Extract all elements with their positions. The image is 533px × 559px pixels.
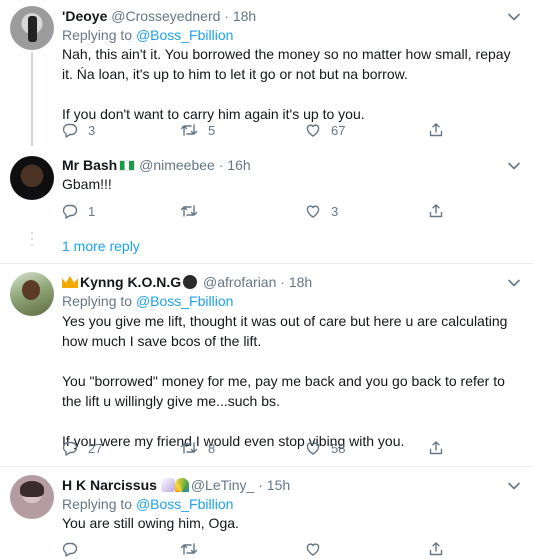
display-name[interactable]: Kynng K.O.N.G (80, 274, 181, 290)
user-handle[interactable]: @Crosseyednerd (111, 8, 220, 24)
tweet-actions: 3 5 67 (62, 121, 462, 139)
like-count: 58 (331, 440, 346, 456)
avatar[interactable] (10, 6, 54, 50)
like-icon (306, 205, 320, 218)
reply-count: 27 (88, 440, 103, 456)
like-button[interactable]: 67 (305, 121, 345, 139)
user-handle[interactable]: @nimeebee (139, 157, 215, 173)
tweet-text: You are still owing him, Oga. (62, 513, 522, 533)
like-button[interactable]: 58 (305, 439, 345, 457)
like-button[interactable]: 3 (305, 202, 338, 220)
replying-to: Replying to @Boss_Fbillion (62, 27, 234, 43)
mention-link[interactable]: @Boss_Fbillion (136, 27, 233, 43)
display-name[interactable]: Mr Bash (62, 157, 117, 173)
retweet-icon (180, 124, 198, 136)
reply-icon (62, 204, 78, 219)
like-icon (306, 543, 320, 556)
timestamp[interactable]: 18h (289, 274, 312, 290)
tweet-paragraph: Nah, this ain't it. You borrowed the mon… (62, 46, 511, 82)
retweet-button[interactable]: 5 (180, 121, 215, 139)
tweet-actions (62, 540, 462, 558)
like-icon (306, 124, 320, 137)
tweet-text: Gbam!!! (62, 174, 522, 194)
display-name[interactable]: 'Deoye (62, 8, 107, 24)
tweet-text: Nah, this ain't it. You borrowed the mon… (62, 44, 522, 124)
like-count: 3 (331, 203, 339, 219)
share-button[interactable] (428, 439, 454, 457)
reply-icon (62, 542, 78, 557)
reply-count: 1 (88, 203, 96, 219)
chevron-down-icon[interactable] (507, 159, 521, 173)
retweet-icon (180, 205, 198, 217)
more-replies-link[interactable]: 1 more reply (62, 237, 140, 255)
unicorn-emoji-icon (160, 478, 175, 492)
like-icon (306, 442, 320, 455)
tweet-actions: 27 8 58 (62, 439, 462, 457)
emoji-badge-icon (183, 275, 198, 289)
avatar[interactable] (10, 475, 54, 519)
like-button[interactable] (305, 540, 331, 558)
share-icon (429, 204, 443, 218)
divider (0, 263, 533, 264)
retweet-count: 5 (208, 122, 216, 138)
nigeria-flag-icon (119, 160, 136, 171)
rainbow-emoji-icon (174, 478, 189, 492)
chevron-down-icon[interactable] (507, 276, 521, 290)
separator-dot: · (224, 8, 229, 24)
retweet-button[interactable]: 8 (180, 439, 215, 457)
tweet-header: Kynng K.O.N.G @afrofarian · 18h (62, 272, 312, 292)
retweet-icon (180, 543, 198, 555)
user-handle[interactable]: @afrofarian (203, 274, 276, 290)
avatar[interactable] (10, 156, 54, 200)
share-button[interactable] (428, 121, 454, 139)
separator-dot: · (280, 274, 285, 290)
replying-to: Replying to @Boss_Fbillion (62, 293, 234, 309)
display-name[interactable]: H K Narcissus (62, 477, 157, 493)
tweet-paragraph: Gbam!!! (62, 176, 112, 192)
separator-dot: · (258, 477, 263, 493)
tweet-actions: 1 3 (62, 202, 462, 220)
chevron-down-icon[interactable] (507, 10, 521, 24)
chevron-down-icon[interactable] (507, 479, 521, 493)
retweet-count: 8 (208, 440, 216, 456)
like-count: 67 (331, 122, 346, 138)
timestamp[interactable]: 18h (233, 8, 256, 24)
tweet-paragraph: Yes you give me lift, thought it was out… (62, 313, 508, 349)
tweet-header: Mr Bash @nimeebee · 16h (62, 155, 251, 175)
retweet-button[interactable] (180, 202, 208, 220)
share-button[interactable] (428, 540, 454, 558)
reply-button[interactable] (62, 540, 88, 558)
share-button[interactable] (428, 202, 454, 220)
timestamp[interactable]: 16h (227, 157, 250, 173)
avatar[interactable] (10, 272, 54, 316)
user-handle[interactable]: @LeTiny_ (191, 477, 255, 493)
retweet-icon (180, 442, 198, 454)
share-icon (429, 542, 443, 556)
share-icon (429, 123, 443, 137)
timestamp[interactable]: 15h (267, 477, 290, 493)
retweet-button[interactable] (180, 540, 208, 558)
tweet-header: H K Narcissus @LeTiny_ · 15h (62, 475, 290, 495)
share-icon (429, 441, 443, 455)
reply-icon (62, 123, 78, 138)
reply-button[interactable]: 3 (62, 121, 95, 139)
tweet-text: Yes you give me lift, thought it was out… (62, 311, 522, 451)
thread-dots (30, 232, 34, 250)
reply-icon (62, 441, 78, 456)
reply-count: 3 (88, 122, 96, 138)
mention-link[interactable]: @Boss_Fbillion (136, 293, 233, 309)
tweet-paragraph: You "borrowed" money for me, pay me back… (62, 373, 505, 409)
divider (0, 466, 533, 467)
replying-to: Replying to @Boss_Fbillion (62, 496, 234, 512)
thread-connector (31, 52, 33, 146)
crown-emoji-icon (62, 276, 78, 288)
tweet-paragraph: You are still owing him, Oga. (62, 515, 239, 531)
separator-dot: · (218, 157, 224, 173)
tweet-header: 'Deoye @Crosseyednerd · 18h (62, 6, 256, 26)
reply-button[interactable]: 27 (62, 439, 102, 457)
reply-button[interactable]: 1 (62, 202, 95, 220)
mention-link[interactable]: @Boss_Fbillion (136, 496, 233, 512)
